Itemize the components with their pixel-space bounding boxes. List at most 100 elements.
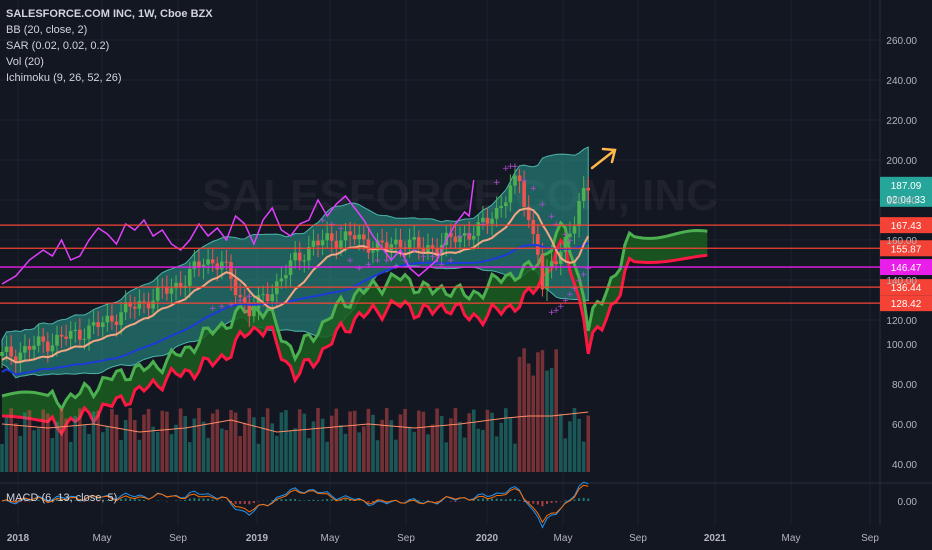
sar-dot: +	[355, 264, 363, 274]
macd-histogram-bar	[532, 501, 535, 504]
volume-bar	[55, 421, 59, 472]
volume-bar	[325, 441, 329, 472]
volume-bar	[339, 425, 343, 472]
volume-bar	[242, 423, 247, 472]
volume-bar	[430, 424, 435, 472]
sar-dot: +	[401, 256, 409, 266]
macd-histogram-bar	[546, 501, 549, 504]
candle-body	[137, 301, 142, 309]
macd-histogram-bar	[504, 499, 507, 501]
volume-bar	[334, 408, 339, 472]
macd-histogram-bar	[179, 500, 182, 501]
candle-body	[325, 233, 329, 241]
candle-body	[389, 244, 394, 251]
price-tick-label: 240.00	[886, 76, 917, 87]
time-tick-label: May	[782, 533, 801, 544]
volume-bar	[178, 408, 183, 472]
sar-dot: +	[493, 178, 501, 188]
volume-bar	[329, 415, 334, 472]
volume-bar	[517, 356, 522, 472]
volume-bar	[540, 350, 545, 472]
macd-histogram-bar	[133, 499, 136, 501]
volume-bar	[485, 409, 490, 472]
macd-histogram-bar	[193, 497, 196, 501]
volume-bar	[357, 432, 362, 472]
volume-bar	[18, 435, 23, 472]
macd-histogram-bar	[307, 499, 310, 501]
volume-bar	[27, 410, 32, 472]
volume-bar	[142, 414, 146, 472]
candle-body	[394, 239, 398, 245]
macd-histogram-bar	[491, 498, 494, 501]
volume-bar	[91, 411, 96, 472]
volume-bar	[549, 368, 554, 472]
volume-bar	[526, 363, 531, 472]
macd-histogram-bar	[573, 499, 576, 501]
candle-body	[490, 218, 494, 224]
macd-histogram-bar	[330, 499, 333, 501]
volume-bar	[384, 408, 389, 472]
candle-body	[284, 274, 288, 279]
volume-bar	[174, 424, 178, 472]
volume-bar	[275, 435, 279, 472]
volume-bar	[513, 443, 517, 472]
volume-bar	[165, 411, 169, 472]
price-tick-label: 220.00	[886, 116, 917, 127]
candle-body	[110, 315, 114, 322]
volume-bar	[114, 414, 119, 472]
volume-bar	[210, 413, 215, 472]
macd-histogram-bar	[486, 498, 489, 501]
volume-bar	[577, 418, 581, 472]
volume-bar	[215, 409, 220, 472]
volume-bar	[568, 421, 572, 472]
macd-histogram-bar	[298, 500, 301, 501]
volume-bar	[68, 441, 73, 472]
candle-body	[513, 175, 517, 186]
sar-dot: +	[410, 246, 418, 256]
candle-body	[151, 300, 155, 309]
macd-histogram-bar	[541, 501, 544, 507]
candle-body	[508, 185, 513, 203]
candle-body	[187, 268, 192, 286]
volume-bar	[444, 442, 449, 472]
candle-body	[192, 261, 197, 269]
macd-histogram-bar	[175, 500, 178, 501]
macd-histogram-bar	[449, 501, 452, 502]
sar-dot: +	[456, 232, 464, 242]
sar-dot: +	[420, 252, 428, 262]
sar-dot: +	[429, 252, 437, 262]
macd-histogram-bar	[367, 501, 370, 503]
legend-bb[interactable]: BB (20, close, 2)	[6, 22, 213, 38]
volume-bar	[563, 438, 568, 472]
legend-vol[interactable]: Vol (20)	[6, 54, 213, 70]
volume-bar	[4, 417, 9, 472]
macd-histogram-bar	[207, 498, 210, 501]
candle-body	[133, 306, 137, 309]
price-tick-label: 200.00	[886, 156, 917, 167]
volume-bar	[9, 408, 13, 472]
volume-bar	[471, 409, 476, 472]
volume-bar	[50, 438, 55, 472]
sar-dot: +	[227, 300, 235, 310]
candle-body	[577, 200, 581, 227]
legend-ichimoku[interactable]: Ichimoku (9, 26, 52, 26)	[6, 70, 213, 86]
volume-bar	[229, 409, 233, 472]
volume-bar	[366, 408, 371, 472]
volume-bar	[110, 408, 114, 472]
volume-bar	[407, 426, 412, 472]
candle-body	[100, 322, 105, 327]
sar-dot: +	[511, 162, 519, 172]
legend-macd[interactable]: MACD (6, 13, close, 5)	[6, 492, 117, 504]
volume-bar	[439, 416, 444, 472]
candle-body	[554, 261, 558, 264]
last-price-label: 187.09	[891, 181, 922, 192]
volume-bar	[412, 431, 416, 472]
legend-sar[interactable]: SAR (0.02, 0.02, 0.2)	[6, 38, 213, 54]
symbol-title[interactable]: SALESFORCE.COM INC, 1W, Cboe BZX	[6, 6, 213, 22]
macd-histogram-bar	[472, 500, 475, 501]
time-tick-label: May	[554, 533, 573, 544]
sar-dot: +	[383, 256, 391, 266]
volume-bar	[302, 413, 307, 472]
macd-histogram-bar	[564, 500, 567, 501]
volume-bar	[558, 413, 563, 472]
